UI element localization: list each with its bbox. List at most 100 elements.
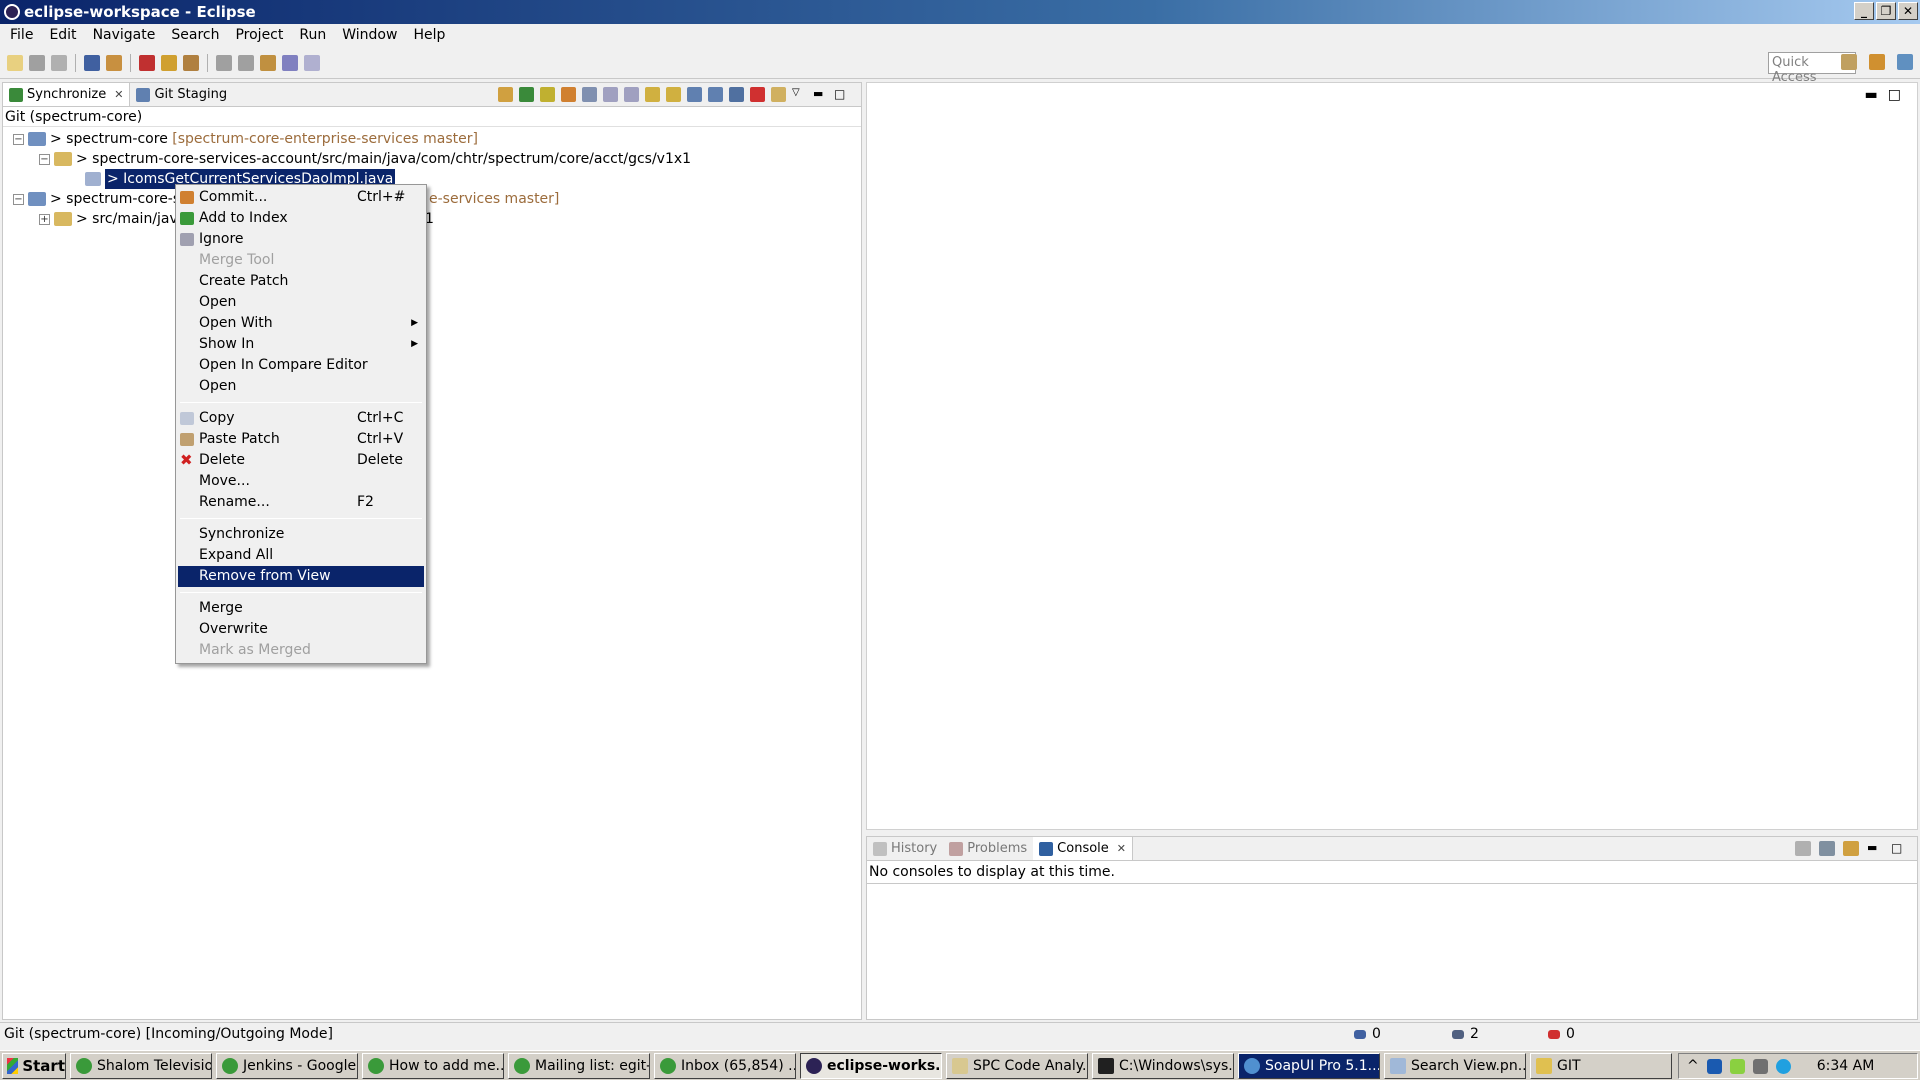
skype-icon[interactable]: [1775, 1058, 1791, 1074]
outgoing-mode-icon[interactable]: [708, 87, 723, 102]
taskbar-button[interactable]: Mailing list: egit-...: [508, 1052, 650, 1079]
menu-item-open-2[interactable]: Open: [176, 376, 426, 397]
menu-item-open-with[interactable]: Open With ▶: [176, 313, 426, 334]
menu-item-create-patch[interactable]: Create Patch: [176, 271, 426, 292]
terminal-icon[interactable]: [84, 54, 100, 71]
close-button[interactable]: ✕: [1898, 2, 1918, 20]
search-tool-icon[interactable]: [183, 54, 199, 71]
maximize-editor-icon[interactable]: □: [1888, 87, 1911, 103]
menu-item-move[interactable]: Move...: [176, 471, 426, 492]
prev-annotation-icon[interactable]: [238, 54, 254, 71]
open-perspective-icon[interactable]: [1841, 54, 1857, 70]
tray-app-icon[interactable]: [1729, 1058, 1745, 1074]
outlook-icon[interactable]: [1706, 1058, 1722, 1074]
java-perspective-icon[interactable]: [1897, 54, 1913, 70]
menu-navigate[interactable]: Navigate: [85, 27, 164, 43]
tree-expander[interactable]: −: [39, 153, 50, 165]
maximize-view-icon[interactable]: □: [834, 87, 849, 102]
menu-help[interactable]: Help: [405, 27, 453, 43]
maximize-view-icon[interactable]: □: [1891, 841, 1907, 856]
menu-item-commit[interactable]: Commit... Ctrl+#: [176, 187, 426, 208]
menu-project[interactable]: Project: [227, 27, 291, 43]
next-difference-icon[interactable]: [645, 87, 660, 102]
menu-item-copy[interactable]: Copy Ctrl+C: [176, 408, 426, 429]
new-icon[interactable]: [7, 54, 23, 71]
network-icon[interactable]: [1752, 1058, 1768, 1074]
menu-item-ignore[interactable]: Ignore: [176, 229, 426, 250]
menu-item-synchronize[interactable]: Synchronize: [176, 524, 426, 545]
expand-all-icon[interactable]: [603, 87, 618, 102]
tray-expand-icon[interactable]: ^: [1687, 1058, 1699, 1074]
conflicts-mode-icon[interactable]: [750, 87, 765, 102]
layout-icon[interactable]: [582, 87, 597, 102]
minimize-button[interactable]: _: [1854, 2, 1874, 20]
taskbar-button[interactable]: SoapUI Pro 5.1....: [1238, 1052, 1380, 1079]
menu-item-paste-patch[interactable]: Paste Patch Ctrl+V: [176, 429, 426, 450]
tree-row-package[interactable]: − > spectrum-core-services-account/src/m…: [39, 149, 691, 169]
taskbar-button[interactable]: Shalom Televisio...: [70, 1052, 212, 1079]
taskbar-button[interactable]: C:\Windows\sys...: [1092, 1052, 1234, 1079]
title-bar[interactable]: eclipse-workspace - Eclipse _ ❐ ✕: [0, 0, 1920, 24]
menu-window[interactable]: Window: [334, 27, 405, 43]
menu-item-expand-all[interactable]: Expand All: [176, 545, 426, 566]
open-console-icon[interactable]: [1843, 841, 1859, 856]
view-menu-icon[interactable]: ▽: [792, 87, 807, 102]
tab-synchronize[interactable]: Synchronize ✕: [3, 83, 131, 106]
tab-problems[interactable]: Problems: [943, 837, 1033, 860]
menu-item-delete[interactable]: ✖ Delete Delete: [176, 450, 426, 471]
incoming-mode-icon[interactable]: [687, 87, 702, 102]
last-edit-icon[interactable]: [260, 54, 276, 71]
menu-item-show-in[interactable]: Show In ▶: [176, 334, 426, 355]
back-icon[interactable]: [282, 54, 298, 71]
tab-console[interactable]: Console ✕: [1033, 837, 1133, 860]
display-console-icon[interactable]: [1819, 841, 1835, 856]
save-all-icon[interactable]: [51, 54, 67, 71]
tab-git-staging[interactable]: Git Staging: [130, 83, 233, 106]
menu-item-open-in-compare-editor[interactable]: Open In Compare Editor: [176, 355, 426, 376]
menu-item-overwrite[interactable]: Overwrite: [176, 619, 426, 640]
taskbar-button[interactable]: SPC Code Analy...: [946, 1052, 1088, 1079]
tab-history[interactable]: History: [867, 837, 943, 860]
pin-icon[interactable]: [519, 87, 534, 102]
close-icon[interactable]: ✕: [1117, 842, 1126, 855]
menu-file[interactable]: File: [2, 27, 41, 43]
menu-search[interactable]: Search: [163, 27, 227, 43]
tree-expander[interactable]: +: [39, 213, 50, 225]
taskbar-button[interactable]: Jenkins - Google...: [216, 1052, 358, 1079]
taskbar-button[interactable]: How to add me...: [362, 1052, 504, 1079]
forward-icon[interactable]: [304, 54, 320, 71]
next-annotation-icon[interactable]: [216, 54, 232, 71]
taskbar-button[interactable]: GIT: [1530, 1052, 1672, 1079]
menu-item-rename[interactable]: Rename... F2: [176, 492, 426, 513]
menu-edit[interactable]: Edit: [41, 27, 84, 43]
save-icon[interactable]: [29, 54, 45, 71]
minimize-view-icon[interactable]: ▬: [1867, 841, 1883, 856]
menu-run[interactable]: Run: [291, 27, 334, 43]
git-perspective-icon[interactable]: [1869, 54, 1885, 70]
menu-item-open[interactable]: Open: [176, 292, 426, 313]
tree-expander[interactable]: −: [13, 193, 24, 205]
start-button[interactable]: Start: [2, 1052, 66, 1079]
incoming-icon[interactable]: [540, 87, 555, 102]
taskbar-button[interactable]: Search View.pn...: [1384, 1052, 1526, 1079]
taskbar-button-active[interactable]: eclipse-works...: [800, 1052, 942, 1079]
outgoing-icon[interactable]: [561, 87, 576, 102]
menu-item-add-to-index[interactable]: Add to Index: [176, 208, 426, 229]
sync-history-icon[interactable]: [771, 87, 786, 102]
tree-row-project[interactable]: − > spectrum-core [spectrum-core-enterpr…: [13, 129, 478, 149]
sync-icon[interactable]: [498, 87, 513, 102]
minimize-editor-icon[interactable]: ▬: [1865, 87, 1888, 103]
collapse-all-icon[interactable]: [624, 87, 639, 102]
pin-console-icon[interactable]: [1795, 841, 1811, 856]
minimize-view-icon[interactable]: ▬: [813, 87, 828, 102]
git-icon[interactable]: [106, 54, 122, 71]
tree-row-folder2[interactable]: + > src/main/jav 1: [39, 209, 434, 229]
close-icon[interactable]: ✕: [114, 88, 123, 101]
open-type-icon[interactable]: [161, 54, 177, 71]
tree-row-project2[interactable]: − > spectrum-core-s e-services master]: [13, 189, 559, 209]
previous-difference-icon[interactable]: [666, 87, 681, 102]
restore-button[interactable]: ❐: [1876, 2, 1896, 20]
menu-item-merge[interactable]: Merge: [176, 598, 426, 619]
taskbar-button[interactable]: Inbox (65,854) ...: [654, 1052, 796, 1079]
both-modes-icon[interactable]: [729, 87, 744, 102]
